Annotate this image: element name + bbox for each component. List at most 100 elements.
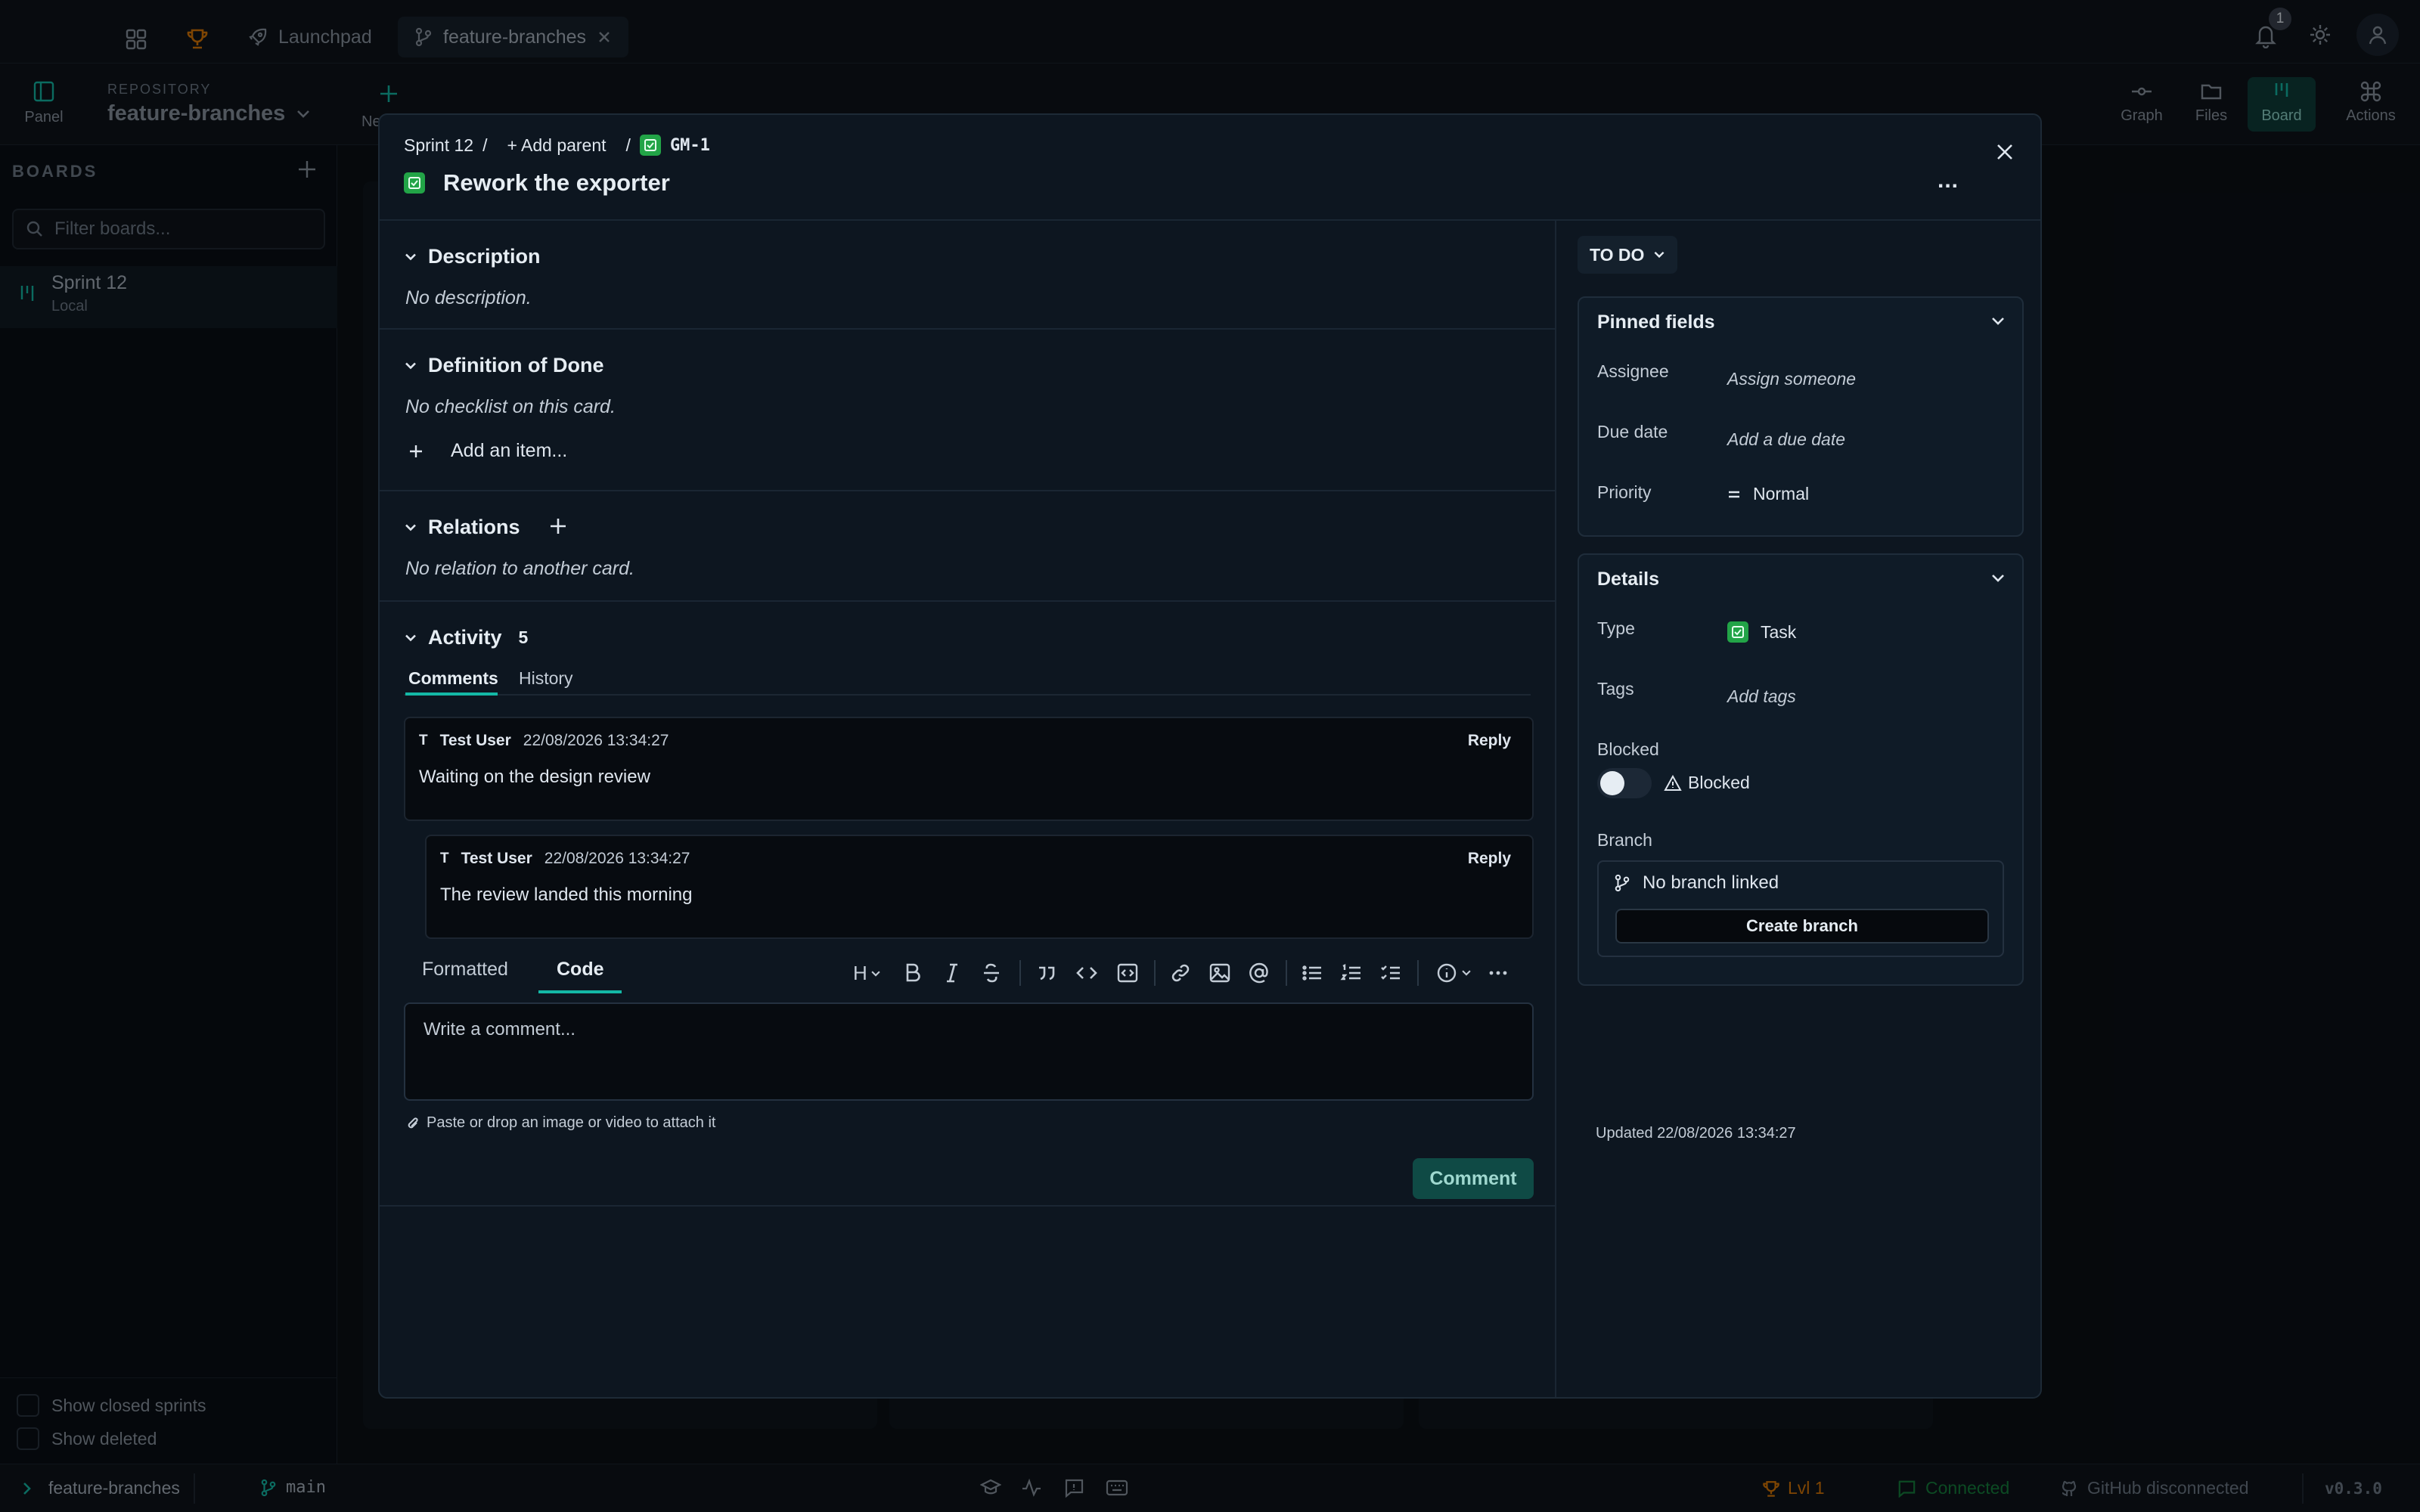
dod-toggle[interactable]: Definition of Done (404, 354, 603, 377)
link-icon[interactable] (1169, 962, 1192, 984)
mention-icon[interactable] (1248, 962, 1270, 984)
comment-item: T Test User 22/08/2026 13:34:27 Reply Wa… (404, 717, 1534, 821)
tags-label: Tags (1597, 679, 1634, 699)
active-tab-indicator (405, 692, 498, 696)
comment-time: 22/08/2026 13:34:27 (523, 732, 669, 749)
branch-icon (1615, 874, 1630, 892)
equals-icon (1729, 491, 1739, 497)
close-modal-button[interactable] (1995, 142, 2015, 162)
due-date-label: Due date (1597, 422, 1668, 442)
italic-icon[interactable] (942, 962, 962, 984)
editor-mode-formatted[interactable]: Formatted (422, 959, 508, 981)
assignee-field[interactable]: Assign someone (1727, 369, 1856, 389)
comment-input[interactable]: Write a comment... (404, 1002, 1534, 1101)
bullet-list-icon[interactable] (1301, 962, 1323, 984)
task-type-icon (404, 172, 425, 194)
strikethrough-icon[interactable] (982, 962, 1001, 984)
relations-toggle[interactable]: Relations (404, 516, 520, 539)
card-key[interactable]: GM-1 (670, 136, 710, 155)
tab-history[interactable]: History (519, 668, 573, 689)
description-toggle[interactable]: Description (404, 245, 541, 268)
status-dropdown[interactable]: TO DO (1578, 236, 1678, 274)
section-title: Relations (428, 516, 520, 538)
section-title: Definition of Done (428, 354, 604, 376)
description-empty[interactable]: No description. (405, 287, 532, 309)
divider (1019, 960, 1021, 986)
warning-icon (1664, 774, 1682, 791)
blocked-toggle-text: Blocked (1688, 773, 1750, 792)
card-detail-modal: Sprint 12 / + Add parent / GM-1 Rework t… (378, 113, 2042, 1399)
blocked-toggle-label: Blocked (1664, 773, 1750, 793)
task-type-icon (639, 135, 661, 156)
comment-reply-item: T Test User 22/08/2026 13:34:27 Reply Th… (425, 835, 1534, 939)
toggle-knob (1600, 771, 1624, 795)
comment-submit-button[interactable]: Comment (1413, 1158, 1534, 1199)
type-field[interactable]: Task (1727, 621, 1796, 643)
info-dropdown[interactable] (1435, 962, 1472, 984)
due-date-field[interactable]: Add a due date (1727, 429, 1845, 450)
image-icon[interactable] (1208, 962, 1231, 984)
chevron-down-icon[interactable] (1990, 573, 2006, 584)
status-label: TO DO (1590, 244, 1645, 265)
chevron-down-icon (405, 253, 416, 260)
add-relation-button[interactable] (549, 517, 567, 535)
reply-button[interactable]: Reply (1468, 732, 1511, 750)
card-main-pane: Description No description. Definition o… (380, 221, 1556, 1397)
relations-empty: No relation to another card. (405, 558, 634, 579)
paperclip-icon (408, 1117, 418, 1128)
relations-section: Relations No relation to another card. (380, 491, 1556, 602)
section-title: Activity (428, 626, 502, 649)
add-item-label: Add an item... (451, 440, 568, 461)
card-side-pane: TO DO Pinned fields Assignee Assign some… (1558, 221, 2040, 1397)
create-branch-button[interactable]: Create branch (1615, 909, 1989, 943)
breadcrumb: Sprint 12 / + Add parent / GM-1 (404, 135, 710, 156)
numbered-list-icon[interactable] (1340, 962, 1363, 984)
more-formatting-icon[interactable] (1487, 962, 1509, 984)
attach-hint: Paste or drop an image or video to attac… (405, 1114, 715, 1132)
checklist-icon[interactable] (1379, 962, 1402, 984)
author-name: Test User (461, 850, 532, 867)
description-section: Description No description. (380, 221, 1556, 330)
quote-icon[interactable] (1036, 962, 1057, 984)
tags-field[interactable]: Add tags (1727, 686, 1796, 707)
close-icon (1997, 144, 2012, 160)
add-checklist-item[interactable]: Add an item... (408, 440, 567, 462)
add-parent-button[interactable]: + Add parent (507, 135, 606, 156)
info-icon (1437, 963, 1457, 983)
chevron-down-icon[interactable] (1990, 316, 2006, 327)
updated-timestamp: Updated 22/08/2026 13:34:27 (1596, 1125, 1796, 1142)
inline-code-icon[interactable] (1075, 962, 1098, 984)
bold-icon[interactable] (903, 962, 923, 984)
reply-button[interactable]: Reply (1468, 850, 1511, 868)
pinned-fields-title[interactable]: Pinned fields (1597, 311, 1715, 333)
details-title[interactable]: Details (1597, 569, 1659, 590)
heading-dropdown[interactable]: H (853, 962, 881, 985)
breadcrumb-sprint[interactable]: Sprint 12 (404, 135, 473, 156)
comment-text: Waiting on the design review (419, 767, 650, 787)
comment-placeholder: Write a comment... (424, 1019, 576, 1040)
author-avatar: T (440, 850, 449, 866)
more-options-button[interactable]: ... (1938, 168, 1959, 194)
activity-count: 5 (518, 627, 529, 647)
chevron-down-icon (405, 524, 416, 531)
details-card: Details Type Task Tags Add tags Blocked … (1578, 553, 2024, 986)
editor-mode-code[interactable]: Code (557, 959, 604, 981)
type-label: Type (1597, 618, 1635, 638)
tabs-underline (404, 694, 1531, 696)
divider (1154, 960, 1156, 986)
card-title[interactable]: Rework the exporter (443, 169, 670, 197)
heading-button: H (853, 962, 867, 984)
tab-comments[interactable]: Comments (408, 668, 498, 689)
activity-toggle[interactable]: Activity 5 (404, 626, 528, 649)
branch-status: No branch linked (1614, 872, 1779, 894)
blocked-toggle[interactable] (1597, 768, 1652, 798)
task-type-icon (1727, 621, 1748, 643)
modal-header: Sprint 12 / + Add parent / GM-1 Rework t… (380, 115, 2040, 221)
code-block-icon[interactable] (1116, 962, 1139, 984)
author-name: Test User (439, 732, 511, 749)
branch-box: No branch linked Create branch (1597, 860, 2004, 957)
priority-field[interactable]: Normal (1727, 484, 1809, 504)
priority-value: Normal (1753, 484, 1810, 503)
type-value: Task (1761, 621, 1797, 642)
chevron-down-icon (1462, 970, 1471, 976)
